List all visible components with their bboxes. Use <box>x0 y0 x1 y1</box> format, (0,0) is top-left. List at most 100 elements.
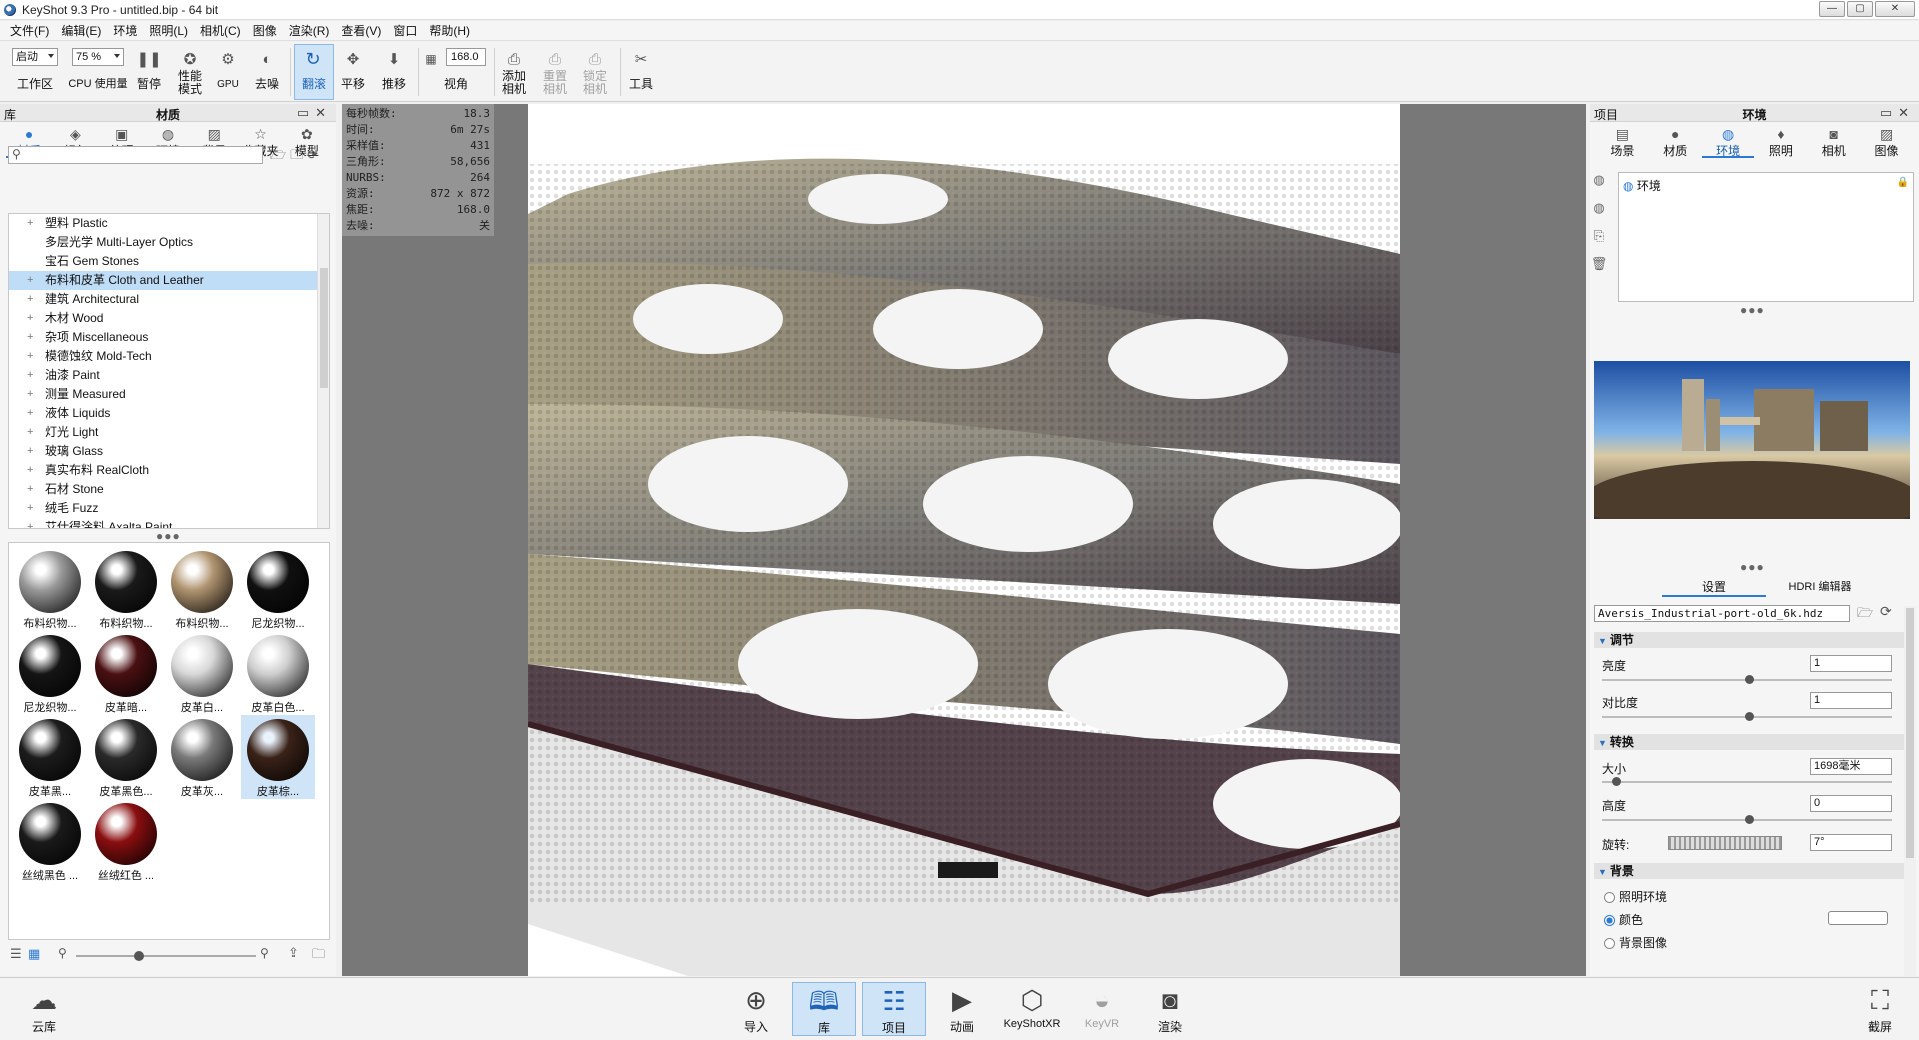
menu-view[interactable]: 查看(V) <box>335 21 387 41</box>
expand-icon[interactable]: + <box>27 347 37 366</box>
environment-list-item[interactable]: ◍ 环境 <box>1623 177 1661 194</box>
tools-icon[interactable]: ✂ <box>632 50 650 68</box>
material-thumbnail[interactable]: 皮革暗... <box>89 631 163 715</box>
contrast-slider[interactable] <box>1602 712 1892 721</box>
refresh-icon[interactable]: ⟳ <box>307 147 322 162</box>
splitter-handle-icon[interactable]: ●●● <box>156 529 181 543</box>
tab-material[interactable]: ● 材质 <box>1649 124 1702 158</box>
hdri-file-field[interactable]: Aversis_Industrial-port-old_6k.hdz <box>1594 605 1850 622</box>
menu-file[interactable]: 文件(F) <box>4 21 55 41</box>
tumble-icon[interactable]: ↻ <box>304 49 322 69</box>
folder-open-icon[interactable]: 🗁 <box>1857 604 1873 626</box>
tab-environment[interactable]: ◍ 环境 <box>1701 124 1755 158</box>
material-thumbnail[interactable]: 布料织物... <box>13 547 87 631</box>
denoise-label[interactable]: 去噪 <box>250 78 284 91</box>
performance-mode-icon[interactable]: ✪ <box>181 50 199 68</box>
import-button[interactable]: ⊕ 导入 <box>724 982 788 1036</box>
panel-controls[interactable]: ▭✕ <box>297 105 332 121</box>
list-view-icon[interactable]: ☰ <box>10 946 22 962</box>
tree-item[interactable]: + 艾仕得涂料 Axalta Paint <box>9 518 329 528</box>
tree-item[interactable]: + 液体 Liquids <box>9 404 329 423</box>
refresh-icon[interactable]: ⟳ <box>1880 603 1892 620</box>
tree-item[interactable]: + 杂项 Miscellaneous <box>9 328 329 347</box>
scrollbar-thumb[interactable] <box>320 268 328 388</box>
tree-item[interactable]: + 真实布料 RealCloth <box>9 461 329 480</box>
tree-item[interactable]: + 测量 Measured <box>9 385 329 404</box>
material-thumbnail[interactable]: 皮革灰... <box>165 715 239 799</box>
maximize-button[interactable]: ▢ <box>1847 1 1873 17</box>
expand-icon[interactable]: + <box>27 290 37 309</box>
brightness-slider[interactable] <box>1602 675 1892 684</box>
library-button[interactable]: 🕮 库 <box>792 982 856 1036</box>
project-button[interactable]: ☷ 项目 <box>862 982 926 1036</box>
tree-item[interactable]: + 建筑 Architectural <box>9 290 329 309</box>
gpu-label[interactable]: GPU <box>212 78 244 91</box>
material-thumbnail[interactable]: 尼龙织物... <box>241 547 315 631</box>
denoise-icon[interactable]: ◐ <box>258 50 276 68</box>
menu-image[interactable]: 图像 <box>247 21 283 41</box>
tab-scene[interactable]: ▤ 场景 <box>1596 124 1649 158</box>
contrast-input[interactable]: 1 <box>1810 692 1892 709</box>
expand-icon[interactable]: + <box>27 271 37 290</box>
keyvr-button[interactable]: ◒ KeyVR <box>1070 982 1134 1036</box>
pan-label[interactable]: 平移 <box>336 78 370 91</box>
height-slider[interactable] <box>1602 815 1892 824</box>
close-button[interactable]: ✕ <box>1875 1 1915 17</box>
tree-item[interactable]: + 木材 Wood <box>9 309 329 328</box>
expand-icon[interactable]: + <box>27 518 37 528</box>
material-thumbnail[interactable]: 皮革棕... <box>241 715 315 799</box>
render-button[interactable]: ◙ 渲染 <box>1138 982 1202 1036</box>
splitter-handle-icon[interactable]: ●●● <box>1740 560 1765 574</box>
expand-icon[interactable]: + <box>27 328 37 347</box>
add-environment-icon[interactable]: ◍ <box>1590 172 1608 190</box>
hdri-preview[interactable] <box>1594 361 1910 519</box>
brightness-slider-knob[interactable] <box>1745 675 1754 684</box>
render-viewport[interactable] <box>528 104 1400 976</box>
menu-window[interactable]: 窗口 <box>387 21 423 41</box>
pan-icon[interactable]: ✥ <box>344 50 362 68</box>
rotation-input[interactable]: 7° <box>1810 834 1892 851</box>
expand-icon[interactable]: + <box>27 461 37 480</box>
rotation-dial[interactable] <box>1668 836 1782 850</box>
expand-icon[interactable]: + <box>27 214 37 233</box>
tree-item[interactable]: + 玻璃 Glass <box>9 442 329 461</box>
background-color-swatch[interactable] <box>1828 911 1888 925</box>
material-thumbnail[interactable]: 布料织物... <box>89 547 163 631</box>
add-camera-icon[interactable]: ⎙ <box>505 50 523 68</box>
tree-item[interactable]: + 油漆 Paint <box>9 366 329 385</box>
menu-render[interactable]: 渲染(R) <box>283 21 336 41</box>
expand-icon[interactable]: + <box>27 480 37 499</box>
folder-add-icon[interactable]: 🗀 <box>290 147 307 162</box>
dolly-label[interactable]: 推移 <box>377 78 411 91</box>
material-thumbnail[interactable]: 丝绒红色 ... <box>89 799 163 883</box>
scrollbar-thumb[interactable] <box>1906 608 1914 858</box>
library-search-input[interactable]: ⚲ <box>8 146 263 164</box>
search-actions[interactable]: 🗁🗀⟳ <box>270 146 322 168</box>
folder-icon[interactable]: 🗀 <box>312 945 325 967</box>
material-thumbnail[interactable]: 布料织物... <box>165 547 239 631</box>
pause-label[interactable]: 暂停 <box>136 78 162 91</box>
dolly-icon[interactable]: ⬇ <box>385 50 403 68</box>
folder-open-icon[interactable]: 🗁 <box>270 147 290 162</box>
tree-item[interactable]: + 灯光 Light <box>9 423 329 442</box>
lock-camera-label[interactable]: 锁定 相机 <box>579 70 611 96</box>
tree-item-selected[interactable]: + 布料和皮革 Cloth and Leather <box>9 271 329 290</box>
properties-scrollbar[interactable] <box>1904 606 1916 976</box>
section-adjustments[interactable]: ▼ 调节 <box>1594 632 1904 648</box>
menu-help[interactable]: 帮助(H) <box>423 21 476 41</box>
tree-item[interactable]: + 绒毛 Fuzz <box>9 499 329 518</box>
tree-item[interactable]: + 模德蚀纹 Mold-Tech <box>9 347 329 366</box>
size-slider[interactable] <box>1602 777 1892 786</box>
material-thumbnail[interactable]: 皮革白... <box>165 631 239 715</box>
bg-color-radio[interactable]: 颜色 <box>1604 911 1643 928</box>
contrast-slider-knob[interactable] <box>1745 712 1754 721</box>
material-thumbnail[interactable]: 皮革白色... <box>241 631 315 715</box>
tree-item[interactable]: + 塑料 Plastic <box>9 214 329 233</box>
tree-item[interactable]: + 石材 Stone <box>9 480 329 499</box>
gpu-icon[interactable]: ⚙ <box>219 50 237 68</box>
grid-view-icon[interactable]: ▦ <box>28 946 40 962</box>
lock-icon[interactable]: 🔒 <box>1897 177 1909 188</box>
expand-icon[interactable]: + <box>27 423 37 442</box>
tab-lighting[interactable]: ♦ 照明 <box>1754 124 1807 158</box>
tab-settings[interactable]: 设置 <box>1662 578 1766 597</box>
